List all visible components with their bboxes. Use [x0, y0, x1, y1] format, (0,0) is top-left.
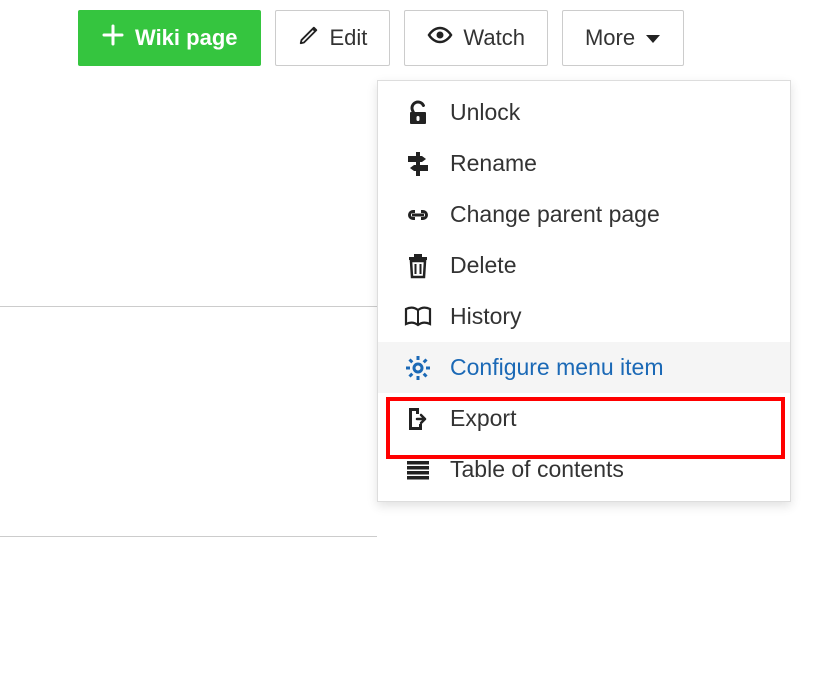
eye-icon [427, 25, 453, 51]
edit-button[interactable]: Edit [275, 10, 391, 66]
unlock-icon [404, 100, 432, 126]
dropdown-item-change-parent[interactable]: Change parent page [378, 189, 790, 240]
divider [0, 306, 377, 307]
divider [0, 536, 377, 537]
dropdown-item-label: Change parent page [450, 201, 660, 228]
gear-icon [404, 355, 432, 381]
dropdown-item-delete[interactable]: Delete [378, 240, 790, 291]
more-label: More [585, 25, 635, 51]
link-icon [404, 208, 432, 222]
dropdown-item-export[interactable]: Export [378, 393, 790, 444]
pencil-icon [298, 24, 320, 52]
caret-down-icon [645, 25, 661, 51]
dropdown-item-label: Table of contents [450, 456, 624, 483]
dropdown-item-configure-menu[interactable]: Configure menu item [378, 342, 790, 393]
toolbar: Wiki page Edit Watch More [0, 0, 832, 66]
dropdown-item-label: Delete [450, 252, 516, 279]
dropdown-item-label: Export [450, 405, 516, 432]
watch-button[interactable]: Watch [404, 10, 548, 66]
signpost-icon [404, 151, 432, 177]
wiki-page-button[interactable]: Wiki page [78, 10, 261, 66]
book-icon [404, 306, 432, 328]
dropdown-item-label: Configure menu item [450, 354, 664, 381]
dropdown-item-unlock[interactable]: Unlock [378, 87, 790, 138]
dropdown-item-toc[interactable]: Table of contents [378, 444, 790, 495]
dropdown-item-rename[interactable]: Rename [378, 138, 790, 189]
dropdown-item-history[interactable]: History [378, 291, 790, 342]
list-icon [404, 460, 432, 480]
plus-icon [101, 23, 125, 53]
dropdown-item-label: History [450, 303, 522, 330]
more-button[interactable]: More [562, 10, 684, 66]
export-icon [404, 406, 432, 432]
watch-label: Watch [463, 25, 525, 51]
edit-label: Edit [330, 25, 368, 51]
wiki-page-label: Wiki page [135, 25, 238, 51]
dropdown-item-label: Unlock [450, 99, 520, 126]
trash-icon [404, 253, 432, 279]
dropdown-item-label: Rename [450, 150, 537, 177]
more-dropdown: Unlock Rename Change parent page Delete … [377, 80, 791, 502]
